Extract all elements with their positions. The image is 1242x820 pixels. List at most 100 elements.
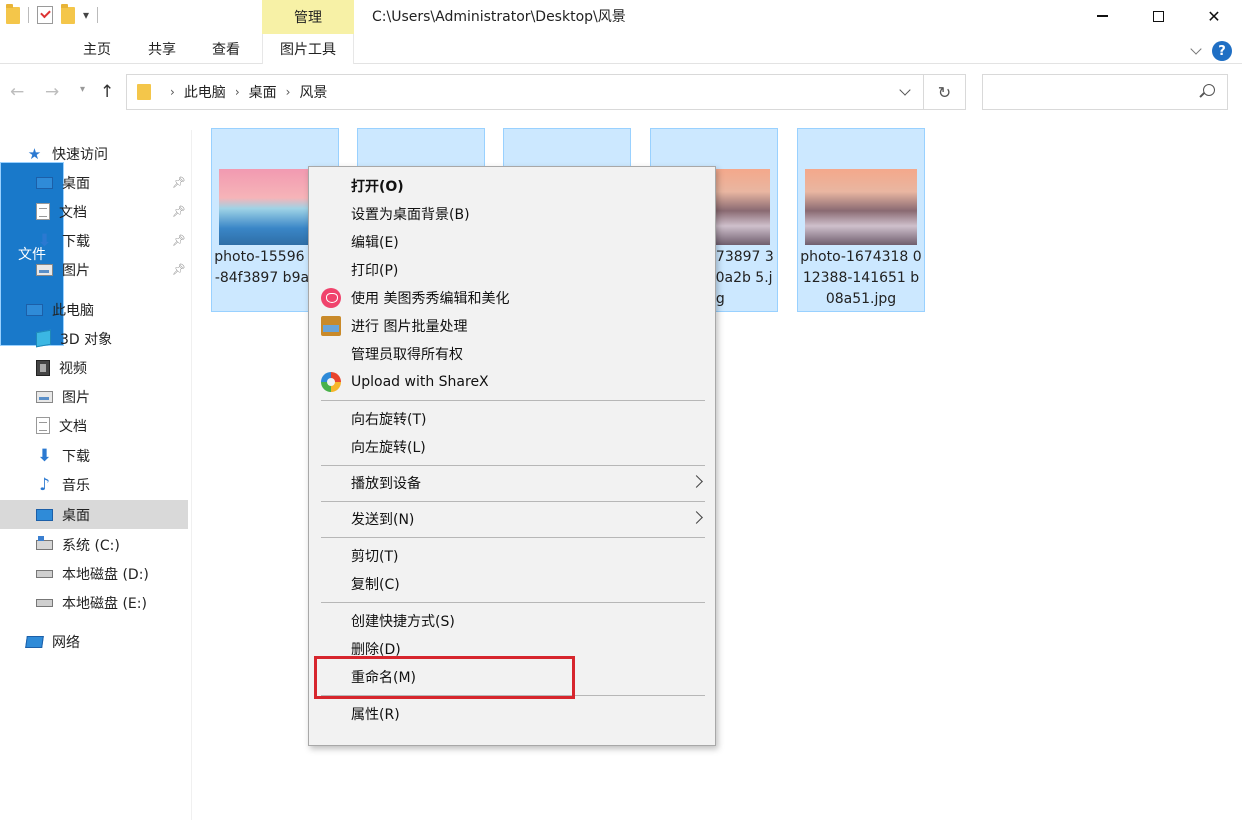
close-button[interactable]: ✕ xyxy=(1186,0,1242,32)
menu-item-edit[interactable]: 编辑(E) xyxy=(309,228,715,256)
menu-item-copy[interactable]: 复制(C) xyxy=(309,570,715,598)
chevron-right-icon[interactable]: › xyxy=(235,85,240,99)
menu-separator xyxy=(321,501,705,502)
network-icon xyxy=(25,635,44,648)
menu-item-label: Upload with ShareX xyxy=(351,374,489,390)
drive-icon xyxy=(36,598,53,607)
pin-icon[interactable]: 📌︎ xyxy=(172,176,186,189)
menu-item-label: 向右旋转(T) xyxy=(351,412,427,428)
menu-item-rotate-right[interactable]: 向右旋转(T) xyxy=(309,405,715,433)
chevron-right-icon[interactable]: › xyxy=(286,85,291,99)
menu-item-meitu-edit[interactable]: 使用 美图秀秀编辑和美化 xyxy=(309,284,715,312)
pin-icon[interactable]: 📌︎ xyxy=(172,205,186,218)
up-arrow-icon[interactable]: ↑ xyxy=(100,82,114,102)
ribbon-controls: ? xyxy=(1190,41,1232,61)
menu-item-print[interactable]: 打印(P) xyxy=(309,256,715,284)
menu-separator xyxy=(321,400,705,401)
maximize-button[interactable] xyxy=(1130,0,1186,32)
address-bar[interactable]: › 此电脑 › 桌面 › 风景 xyxy=(126,74,924,110)
menu-item-upload-sharex[interactable]: Upload with ShareX xyxy=(309,368,715,396)
menu-item-label: 向左旋转(L) xyxy=(351,440,426,456)
minimize-button[interactable] xyxy=(1074,0,1130,32)
sidebar-item-desktop-pinned[interactable]: 桌面 📌︎ xyxy=(0,168,188,197)
quick-access-toolbar: ▾ xyxy=(6,3,99,24)
maximize-icon xyxy=(1152,10,1164,22)
sidebar-item-system-c[interactable]: 系统 (C:) xyxy=(0,530,188,559)
menu-item-rotate-left[interactable]: 向左旋转(L) xyxy=(309,433,715,461)
breadcrumb-current-folder[interactable]: 风景 xyxy=(299,82,327,102)
sidebar-item-downloads-pinned[interactable]: ⬇ 下载 📌︎ xyxy=(0,226,188,255)
refresh-button[interactable]: ↻ xyxy=(924,74,966,110)
sidebar-item-documents-pinned[interactable]: 文档 📌︎ xyxy=(0,197,188,226)
menu-item-label: 播放到设备 xyxy=(351,476,421,492)
sidebar-item-documents[interactable]: 文档 xyxy=(0,411,188,440)
menu-item-cut[interactable]: 剪切(T) xyxy=(309,542,715,570)
search-icon xyxy=(1203,84,1215,96)
sidebar-item-this-pc[interactable]: 此电脑 xyxy=(0,295,188,324)
menu-item-send-to[interactable]: 发送到(N) xyxy=(309,505,715,533)
title-bar: ▾ 管理 C:\Users\Administrator\Desktop\风景 ✕ xyxy=(0,0,1242,34)
new-folder-icon[interactable] xyxy=(61,3,75,24)
folder-icon xyxy=(6,3,20,24)
file-name: 673897 3a0a2b 5.jpg xyxy=(707,249,774,307)
menu-item-label: 属性(R) xyxy=(351,707,400,723)
menu-item-set-desktop-background[interactable]: 设置为桌面背景(B) xyxy=(309,200,715,228)
sidebar-item-local-disk-d[interactable]: 本地磁盘 (D:) xyxy=(0,559,188,588)
search-input[interactable] xyxy=(982,74,1228,110)
sidebar-item-videos[interactable]: 视频 xyxy=(0,353,188,382)
pictures-icon xyxy=(36,263,53,276)
drive-icon xyxy=(36,569,53,578)
toolbar-divider xyxy=(97,7,99,23)
sidebar-item-music[interactable]: ♪ 音乐 xyxy=(0,470,188,499)
sidebar-item-label: 文档 xyxy=(59,418,87,435)
pin-icon[interactable]: 📌︎ xyxy=(172,234,186,247)
tab-share[interactable]: 共享 xyxy=(134,34,190,64)
menu-item-batch-process[interactable]: 进行 图片批量处理 xyxy=(309,312,715,340)
menu-item-properties[interactable]: 属性(R) xyxy=(309,700,715,728)
breadcrumb-desktop[interactable]: 桌面 xyxy=(249,82,277,102)
menu-item-label: 管理员取得所有权 xyxy=(351,347,463,363)
tab-picture-tools[interactable]: 图片工具 xyxy=(262,34,354,64)
sidebar-item-3d-objects[interactable]: 3D 对象 xyxy=(0,324,188,353)
menu-separator xyxy=(321,465,705,466)
tab-home[interactable]: 主页 xyxy=(70,34,124,64)
sidebar-item-pictures[interactable]: 图片 xyxy=(0,382,188,411)
sidebar-item-desktop[interactable]: 桌面 xyxy=(0,500,188,529)
sidebar-item-label: 图片 xyxy=(62,262,90,279)
chevron-right-icon[interactable]: › xyxy=(170,85,175,99)
menu-item-open[interactable]: 打开(O) xyxy=(309,172,715,200)
recent-locations-icon[interactable]: ▾ xyxy=(80,84,85,95)
sidebar-item-local-disk-e[interactable]: 本地磁盘 (E:) xyxy=(0,588,188,617)
star-icon: ★ xyxy=(27,144,42,163)
sidebar-item-pictures-pinned[interactable]: 图片 📌︎ xyxy=(0,255,188,284)
menu-item-label: 设置为桌面背景(B) xyxy=(351,207,470,223)
menu-item-take-ownership[interactable]: 管理员取得所有权 xyxy=(309,340,715,368)
manage-context-tab[interactable]: 管理 xyxy=(262,0,354,34)
expand-ribbon-icon[interactable] xyxy=(1190,43,1202,55)
sidebar-item-quick-access[interactable]: ★ 快速访问 xyxy=(0,139,188,168)
help-icon[interactable]: ? xyxy=(1212,41,1232,61)
customize-toolbar-icon[interactable]: ▾ xyxy=(83,8,89,22)
sidebar-item-label: 系统 (C:) xyxy=(62,537,120,554)
menu-item-cast-to-device[interactable]: 播放到设备 xyxy=(309,469,715,497)
pin-icon[interactable]: 📌︎ xyxy=(172,263,186,276)
chevron-right-icon xyxy=(690,475,703,488)
sidebar-item-network[interactable]: 网络 xyxy=(0,627,188,656)
sidebar-item-downloads[interactable]: ⬇ 下载 xyxy=(0,441,188,470)
tab-view[interactable]: 查看 xyxy=(198,34,254,64)
minimize-icon xyxy=(1096,15,1108,17)
file-item[interactable]: photo-1674318 012388-141651 b08a51.jpg xyxy=(797,128,925,312)
sidebar-item-label: 音乐 xyxy=(62,477,90,494)
navigation-pane: ★ 快速访问 桌面 📌︎ 文档 📌︎ ⬇ 下载 📌︎ 图片 📌︎ 此电脑 3D … xyxy=(0,130,192,820)
properties-icon[interactable] xyxy=(37,6,53,24)
address-history-dropdown-icon[interactable] xyxy=(899,84,911,96)
back-arrow-icon[interactable]: ← xyxy=(10,82,24,102)
menu-item-label: 创建快捷方式(S) xyxy=(351,614,455,630)
refresh-icon: ↻ xyxy=(937,82,952,102)
menu-item-create-shortcut[interactable]: 创建快捷方式(S) xyxy=(309,607,715,635)
breadcrumb-this-pc[interactable]: 此电脑 xyxy=(184,82,226,102)
ribbon-tabs: 文件 主页 共享 查看 图片工具 ? xyxy=(0,34,1242,346)
menu-item-label: 剪切(T) xyxy=(351,549,399,565)
forward-arrow-icon[interactable]: → xyxy=(45,82,59,102)
highlight-box xyxy=(314,656,575,699)
